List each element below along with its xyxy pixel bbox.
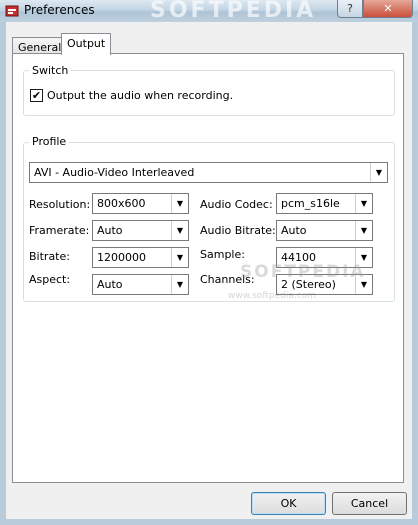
preferences-app-icon (5, 5, 19, 17)
cancel-button[interactable]: Cancel (332, 492, 407, 515)
chevron-down-icon[interactable]: ▼ (171, 248, 188, 267)
help-icon: ? (347, 2, 353, 15)
close-icon: ✕ (383, 2, 393, 15)
close-button[interactable]: ✕ (363, 0, 413, 18)
audio-codec-value: pcm_s16le (281, 197, 340, 210)
panel-watermark: SOFTPEDIA (240, 262, 366, 282)
ok-button[interactable]: OK (251, 492, 326, 515)
audio-codec-label: Audio Codec: (200, 198, 273, 211)
framerate-value: Auto (97, 224, 123, 237)
chevron-down-icon[interactable]: ▼ (171, 275, 188, 294)
window-frame-bottom (0, 519, 418, 525)
check-icon: ✔ (31, 89, 42, 102)
chevron-down-icon[interactable]: ▼ (171, 221, 188, 240)
bitrate-select[interactable]: 1200000 ▼ (92, 247, 189, 268)
resolution-label: Resolution: (29, 198, 91, 211)
output-audio-checkbox[interactable]: ✔ (30, 89, 43, 102)
profile-select-value: AVI - Audio-Video Interleaved (34, 166, 195, 179)
output-audio-label[interactable]: Output the audio when recording. (47, 89, 233, 102)
bitrate-label: Bitrate: (29, 250, 70, 263)
resolution-select[interactable]: 800x600 ▼ (92, 193, 189, 214)
bitrate-value: 1200000 (97, 251, 146, 264)
window-title: Preferences (24, 3, 95, 17)
tab-general[interactable]: General (12, 37, 68, 54)
sample-label: Sample: (200, 248, 245, 261)
chevron-down-icon[interactable]: ▼ (355, 194, 372, 213)
tab-output-label: Output (67, 37, 106, 50)
cancel-button-label: Cancel (350, 497, 389, 510)
chevron-down-icon[interactable]: ▼ (370, 163, 387, 182)
resolution-value: 800x600 (97, 197, 146, 210)
framerate-select[interactable]: Auto ▼ (92, 220, 189, 241)
aspect-select[interactable]: Auto ▼ (92, 274, 189, 295)
profile-group-legend: Profile (29, 135, 70, 148)
aspect-value: Auto (97, 278, 123, 291)
framerate-label: Framerate: (29, 224, 90, 237)
help-button[interactable]: ? (337, 0, 363, 18)
switch-group-legend: Switch (29, 64, 72, 77)
title-watermark: SOFTPEDIA (150, 0, 317, 23)
profile-select[interactable]: AVI - Audio-Video Interleaved ▼ (29, 162, 388, 183)
audio-bitrate-value: Auto (281, 224, 307, 237)
chevron-down-icon[interactable]: ▼ (171, 194, 188, 213)
aspect-label: Aspect: (29, 273, 71, 286)
audio-codec-select[interactable]: pcm_s16le ▼ (276, 193, 373, 214)
audio-bitrate-select[interactable]: Auto ▼ (276, 220, 373, 241)
window-frame-right (412, 22, 418, 525)
panel-watermark-url: www.softpedia.com (228, 291, 316, 301)
audio-bitrate-label: Audio Bitrate: (200, 224, 276, 237)
chevron-down-icon[interactable]: ▼ (355, 221, 372, 240)
tab-output[interactable]: Output (61, 33, 112, 55)
ok-button-label: OK (280, 497, 297, 510)
